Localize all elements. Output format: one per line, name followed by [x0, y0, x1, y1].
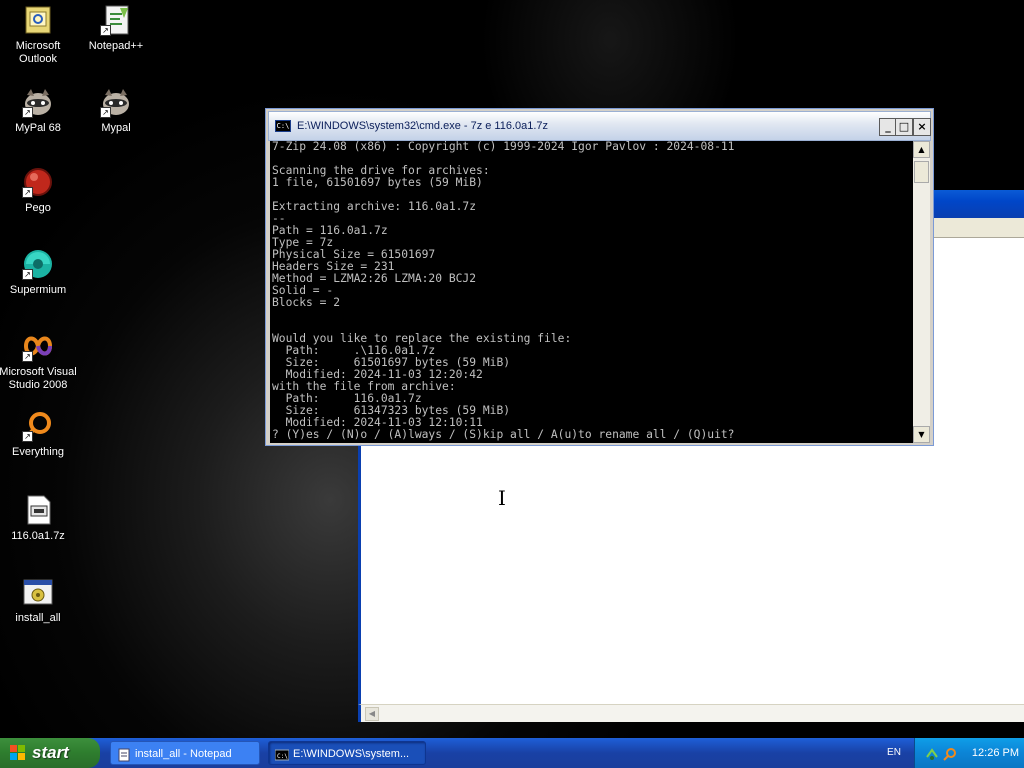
text-cursor-icon: I: [498, 486, 506, 510]
svg-text:C:\: C:\: [277, 753, 288, 760]
mypal-raccoon-icon: ↗: [22, 86, 54, 118]
cmd-titlebar[interactable]: C:\ E:\WINDOWS\system32\cmd.exe - 7z e 1…: [268, 111, 931, 141]
cmd-window-title: E:\WINDOWS\system32\cmd.exe - 7z e 116.0…: [297, 120, 549, 132]
console-line: Method = LZMA2:26 LZMA:20 BCJ2: [272, 272, 477, 285]
console-line: Path = 116.0a1.7z: [272, 224, 388, 237]
desktop-icon-notepadpp[interactable]: ↗ Notepad++: [76, 4, 156, 53]
desktop-icon-label: 116.0a1.7z: [11, 530, 65, 542]
system-tray: 12:26 PM: [914, 738, 1024, 768]
desktop-icon-label: MyPal 68: [15, 122, 61, 134]
console-line: ? (Y)es / (N)o / (A)lways / (S)kip all /…: [272, 428, 735, 441]
desktop-icon-outlook[interactable]: Microsoft Outlook: [0, 4, 78, 66]
taskbar-item-cmd[interactable]: C:\ E:\WINDOWS\system...: [268, 741, 426, 765]
mypal-raccoon-icon: ↗: [100, 86, 132, 118]
desktop-icon-label: Microsoft Outlook: [15, 40, 61, 65]
language-indicator[interactable]: EN: [880, 742, 908, 764]
notepad-plus-plus-icon: ↗: [100, 4, 132, 36]
desktop-icon-label: Microsoft Visual Studio 2008: [0, 366, 77, 391]
notepad-horizontal-scrollbar[interactable]: ◀: [358, 704, 1024, 722]
cmd-icon: C:\: [274, 747, 290, 761]
scroll-up-icon[interactable]: ▲: [913, 141, 930, 158]
scroll-left-icon[interactable]: ◀: [365, 707, 379, 721]
desktop-icon-everything[interactable]: ↗ Everything: [0, 410, 78, 459]
archive-file-icon: [22, 494, 54, 526]
desktop-icon-label: install_all: [15, 612, 61, 624]
desktop-icon-mypal[interactable]: ↗ Mypal: [76, 86, 156, 135]
start-button[interactable]: start: [0, 738, 100, 768]
cmd-icon: C:\: [275, 120, 291, 132]
console-vertical-scrollbar[interactable]: ▲ ▼: [913, 141, 930, 443]
desktop-icon-install-all[interactable]: install_all: [0, 576, 78, 625]
windows-logo-icon: [10, 745, 26, 761]
scroll-down-icon[interactable]: ▼: [913, 426, 930, 443]
desktop-icon-mypal68[interactable]: ↗ MyPal 68: [0, 86, 78, 135]
batch-file-icon: [22, 576, 54, 608]
taskbar-item-label: E:\WINDOWS\system...: [293, 748, 410, 760]
everything-search-icon: ↗: [22, 410, 54, 442]
network-icon[interactable]: [925, 746, 939, 760]
taskbar: start install_all - Notepad C:\ E:\WINDO…: [0, 738, 1024, 768]
maximize-button[interactable]: □: [895, 118, 913, 136]
pego-red-ball-icon: ↗: [22, 166, 54, 198]
desktop-icon-pego[interactable]: ↗ Pego: [0, 166, 78, 215]
desktop-icon-supermium[interactable]: ↗ Supermium: [0, 248, 78, 297]
desktop-icon-visual-studio[interactable]: ↗ Microsoft Visual Studio 2008: [0, 330, 78, 392]
desktop-icon-label: Mypal: [101, 122, 131, 134]
console-line: 1 file, 61501697 bytes (59 MiB): [272, 176, 483, 189]
visual-studio-icon: ↗: [22, 330, 54, 362]
scrollbar-thumb[interactable]: [914, 161, 929, 183]
start-label: start: [32, 743, 69, 762]
desktop-icon-label: Notepad++: [88, 40, 144, 52]
taskbar-item-label: install_all - Notepad: [135, 748, 232, 760]
notepad-icon: [117, 747, 131, 762]
cmd-window[interactable]: C:\ E:\WINDOWS\system32\cmd.exe - 7z e 1…: [265, 108, 934, 446]
supermium-icon: ↗: [22, 248, 54, 280]
close-button[interactable]: ×: [913, 118, 931, 136]
console-line: Blocks = 2: [272, 296, 341, 309]
console-output[interactable]: 7-Zip 24.08 (x86) : Copyright (c) 1999-2…: [270, 141, 913, 443]
desktop-icon-label: Pego: [25, 202, 51, 214]
console-line: Extracting archive: 116.0a1.7z: [272, 200, 477, 213]
desktop-icon-label: Supermium: [9, 284, 67, 296]
outlook-icon: [22, 4, 54, 36]
desktop-icon-archive[interactable]: 116.0a1.7z: [0, 494, 78, 543]
console-line: Solid = -: [272, 284, 334, 297]
desktop-icon-label: Everything: [12, 446, 64, 458]
console-line: 7-Zip 24.08 (x86) : Copyright (c) 1999-2…: [272, 141, 735, 153]
clock[interactable]: 12:26 PM: [953, 738, 1019, 768]
taskbar-item-notepad[interactable]: install_all - Notepad: [110, 741, 260, 765]
